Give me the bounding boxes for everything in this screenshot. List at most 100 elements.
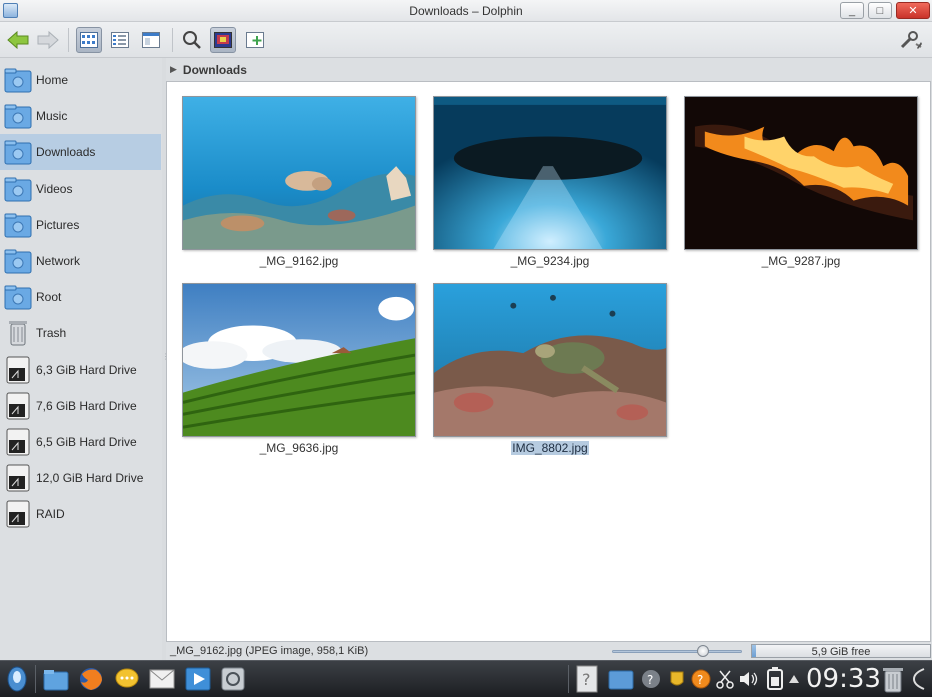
places-panel: Home Music Downloads Videos Pictures Network R… — [0, 58, 162, 660]
places-item-label: 6,5 GiB Hard Drive — [36, 435, 137, 449]
icons-view-button[interactable] — [76, 27, 102, 53]
details-view-button[interactable] — [107, 27, 133, 53]
status-bar: _MG_9162.jpg (JPEG image, 958,1 KiB) 5,9… — [166, 642, 932, 660]
places-item-6-5-gib-hard-drive[interactable]: 6,5 GiB Hard Drive — [0, 424, 161, 460]
mail-icon[interactable] — [147, 664, 177, 694]
places-item-label: 7,6 GiB Hard Drive — [36, 398, 137, 413]
breadcrumb-item-downloads[interactable]: Downloads — [183, 63, 247, 77]
configure-button[interactable] — [898, 27, 924, 53]
split-view-icon — [142, 32, 160, 48]
hard-drive-icon — [4, 392, 32, 420]
icons-view-icon — [80, 32, 98, 48]
minimize-button[interactable]: _ — [840, 2, 864, 19]
svg-text:?: ? — [697, 673, 703, 687]
hard-drive-icon — [4, 464, 32, 492]
root-folder-icon — [4, 283, 32, 311]
places-item-6-3-gib-hard-drive[interactable]: 6,3 GiB Hard Drive — [0, 352, 161, 388]
places-item-label: 12,0 GiB Hard Drive — [36, 471, 144, 486]
free-space-indicator: 5,9 GiB free — [751, 644, 931, 658]
title-bar: Downloads – Dolphin _ □ ✕ — [0, 0, 932, 22]
places-item-pictures[interactable]: Pictures — [0, 207, 161, 243]
new-tab-button[interactable] — [242, 27, 268, 53]
thumbnail — [433, 283, 667, 437]
preview-icon — [214, 32, 232, 48]
panel-splitter[interactable]: ⋮ — [162, 353, 170, 365]
free-space-label: 5,9 GiB free — [811, 646, 871, 658]
new-tab-icon — [246, 32, 264, 48]
tray-expand-icon[interactable] — [784, 664, 804, 694]
maximize-button[interactable]: □ — [868, 2, 892, 19]
file-manager-icon[interactable] — [41, 664, 71, 694]
chat-icon[interactable] — [112, 664, 142, 694]
search-button[interactable] — [179, 27, 205, 53]
file-name: IMG_8802.jpg — [511, 441, 589, 455]
places-item-label: 6,3 GiB Hard Drive — [36, 362, 137, 377]
downloads-folder-icon — [4, 138, 32, 166]
hard-drive-icon — [4, 428, 32, 456]
file-name: _MG_9234.jpg — [510, 254, 590, 268]
places-item-label: Root — [36, 290, 62, 305]
minimize-icon: _ — [848, 4, 856, 17]
folder-view-icon[interactable] — [606, 664, 636, 694]
details-view-icon — [111, 32, 129, 48]
back-button[interactable] — [5, 27, 31, 53]
close-button[interactable]: ✕ — [896, 2, 930, 19]
file-name: _MG_9287.jpg — [761, 254, 841, 268]
home-folder-icon — [4, 66, 32, 94]
clock[interactable]: 09:33 — [806, 664, 881, 694]
network-folder-icon — [4, 247, 32, 275]
places-item-root[interactable]: Root — [0, 279, 161, 315]
firefox-icon[interactable] — [76, 664, 106, 694]
hard-drive-icon — [4, 356, 32, 384]
zoom-slider-handle[interactable] — [697, 645, 709, 657]
thumbnail — [433, 96, 667, 250]
places-item-music[interactable]: Music — [0, 98, 161, 134]
places-item-label: Downloads — [36, 145, 96, 160]
status-info: _MG_9162.jpg (JPEG image, 958,1 KiB) — [170, 645, 369, 657]
forward-button[interactable] — [35, 27, 61, 53]
hard-drive-icon — [4, 500, 32, 528]
taskbar: ? ? ? 09:33 — [0, 660, 932, 697]
places-item-network[interactable]: Network — [0, 243, 161, 279]
plasma-cashew-icon[interactable] — [908, 664, 932, 694]
thumbnail — [684, 96, 918, 250]
places-item-label: Home — [36, 73, 69, 87]
places-item-home[interactable]: Home — [0, 62, 161, 98]
split-view-button[interactable] — [138, 27, 164, 53]
places-item-label: Pictures — [36, 217, 80, 232]
close-icon: ✕ — [908, 5, 918, 17]
trash-applet-icon[interactable] — [878, 664, 908, 694]
media-player-icon[interactable] — [183, 664, 213, 694]
places-item-downloads[interactable]: Downloads — [0, 134, 161, 171]
music-folder-icon — [4, 102, 32, 130]
places-item-label: Network — [36, 254, 81, 268]
thumbnail — [182, 283, 416, 437]
pictures-folder-icon — [4, 211, 32, 239]
svg-text:?: ? — [582, 670, 591, 689]
wrench-icon — [900, 31, 922, 49]
search-icon — [183, 31, 201, 49]
breadcrumb-arrow-icon[interactable]: ▶ — [170, 64, 177, 75]
places-item-12-0-gib-hard-drive[interactable]: 12,0 GiB Hard Drive — [0, 460, 161, 496]
trash-icon — [4, 319, 32, 347]
places-item-label: Music — [36, 109, 68, 124]
thumbnail — [182, 96, 416, 250]
zoom-slider[interactable] — [612, 650, 742, 653]
system-settings-icon[interactable] — [218, 664, 248, 694]
kde-menu-icon[interactable] — [2, 664, 32, 694]
places-item-label: Trash — [36, 326, 67, 341]
file-name: _MG_9162.jpg — [259, 254, 339, 268]
places-item-7-6-gib-hard-drive[interactable]: 7,6 GiB Hard Drive — [0, 388, 161, 424]
help-icon[interactable]: ? — [572, 664, 602, 694]
breadcrumb: ▶ Downloads — [166, 58, 932, 81]
back-arrow-icon — [7, 31, 29, 49]
file-name: _MG_9636.jpg — [259, 441, 339, 455]
maximize-icon: □ — [876, 4, 884, 17]
window-title: Downloads – Dolphin — [409, 4, 523, 18]
preview-button[interactable] — [210, 27, 236, 53]
places-item-raid[interactable]: RAID — [0, 496, 161, 532]
videos-folder-icon — [4, 175, 32, 203]
places-item-videos[interactable]: Videos — [0, 171, 161, 207]
places-item-trash[interactable]: Trash — [0, 315, 161, 351]
file-view[interactable]: _MG_9162.jpg _MG_9234.jpg _MG_9287.jpg _… — [166, 81, 931, 642]
